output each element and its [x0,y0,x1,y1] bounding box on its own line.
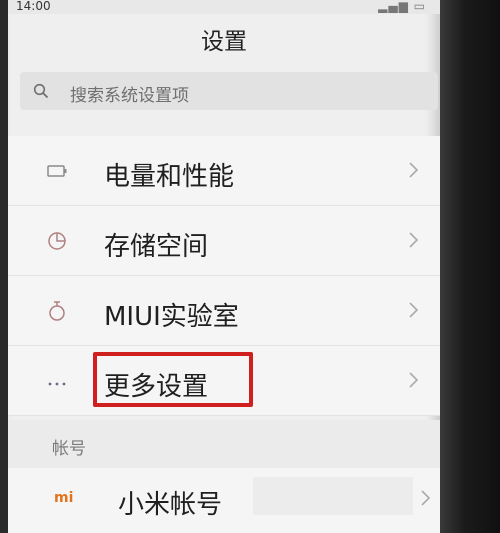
status-bar: 14:00 ▂▄▆ ▭ [8,0,440,14]
search-icon [33,83,49,99]
search-input[interactable]: 搜索系统设置项 [20,72,438,110]
search-placeholder: 搜索系统设置项 [70,86,189,106]
status-time: 14:00 [16,0,51,13]
settings-item-label: 小米帐号 [118,490,223,520]
storage-pie-icon [48,232,66,250]
settings-item-label: 存储空间 [104,232,209,262]
battery-icon [47,165,67,177]
flask-icon [49,301,65,321]
chevron-right-icon [409,162,419,178]
chevron-right-icon [409,302,419,318]
more-dots-icon [48,382,66,386]
status-indicators-icon: ▂▄▆ ▭ [378,0,426,13]
device-bezel [440,0,500,533]
highlight-box [93,352,253,407]
redacted-account-value [253,477,413,515]
chevron-right-icon [409,232,419,248]
phone-screen: 14:00 ▂▄▆ ▭ 设置 搜索系统设置项 电量和性能 存储空间 MIUI实验… [8,0,440,533]
settings-item-mi-account[interactable]: mi 小米帐号 [8,468,440,533]
chevron-right-icon [409,372,419,388]
section-title: 帐号 [52,439,86,459]
settings-item-label: MIUI实验室 [104,302,239,332]
page-title: 设置 [201,29,247,55]
account-section-header: 帐号 [8,420,440,468]
mi-logo-icon: mi [54,490,74,506]
settings-item-storage[interactable]: 存储空间 [8,206,440,276]
settings-item-battery[interactable]: 电量和性能 [8,136,440,206]
settings-item-label: 电量和性能 [104,162,235,192]
chevron-right-icon [421,490,431,506]
settings-item-miui-lab[interactable]: MIUI实验室 [8,276,440,346]
